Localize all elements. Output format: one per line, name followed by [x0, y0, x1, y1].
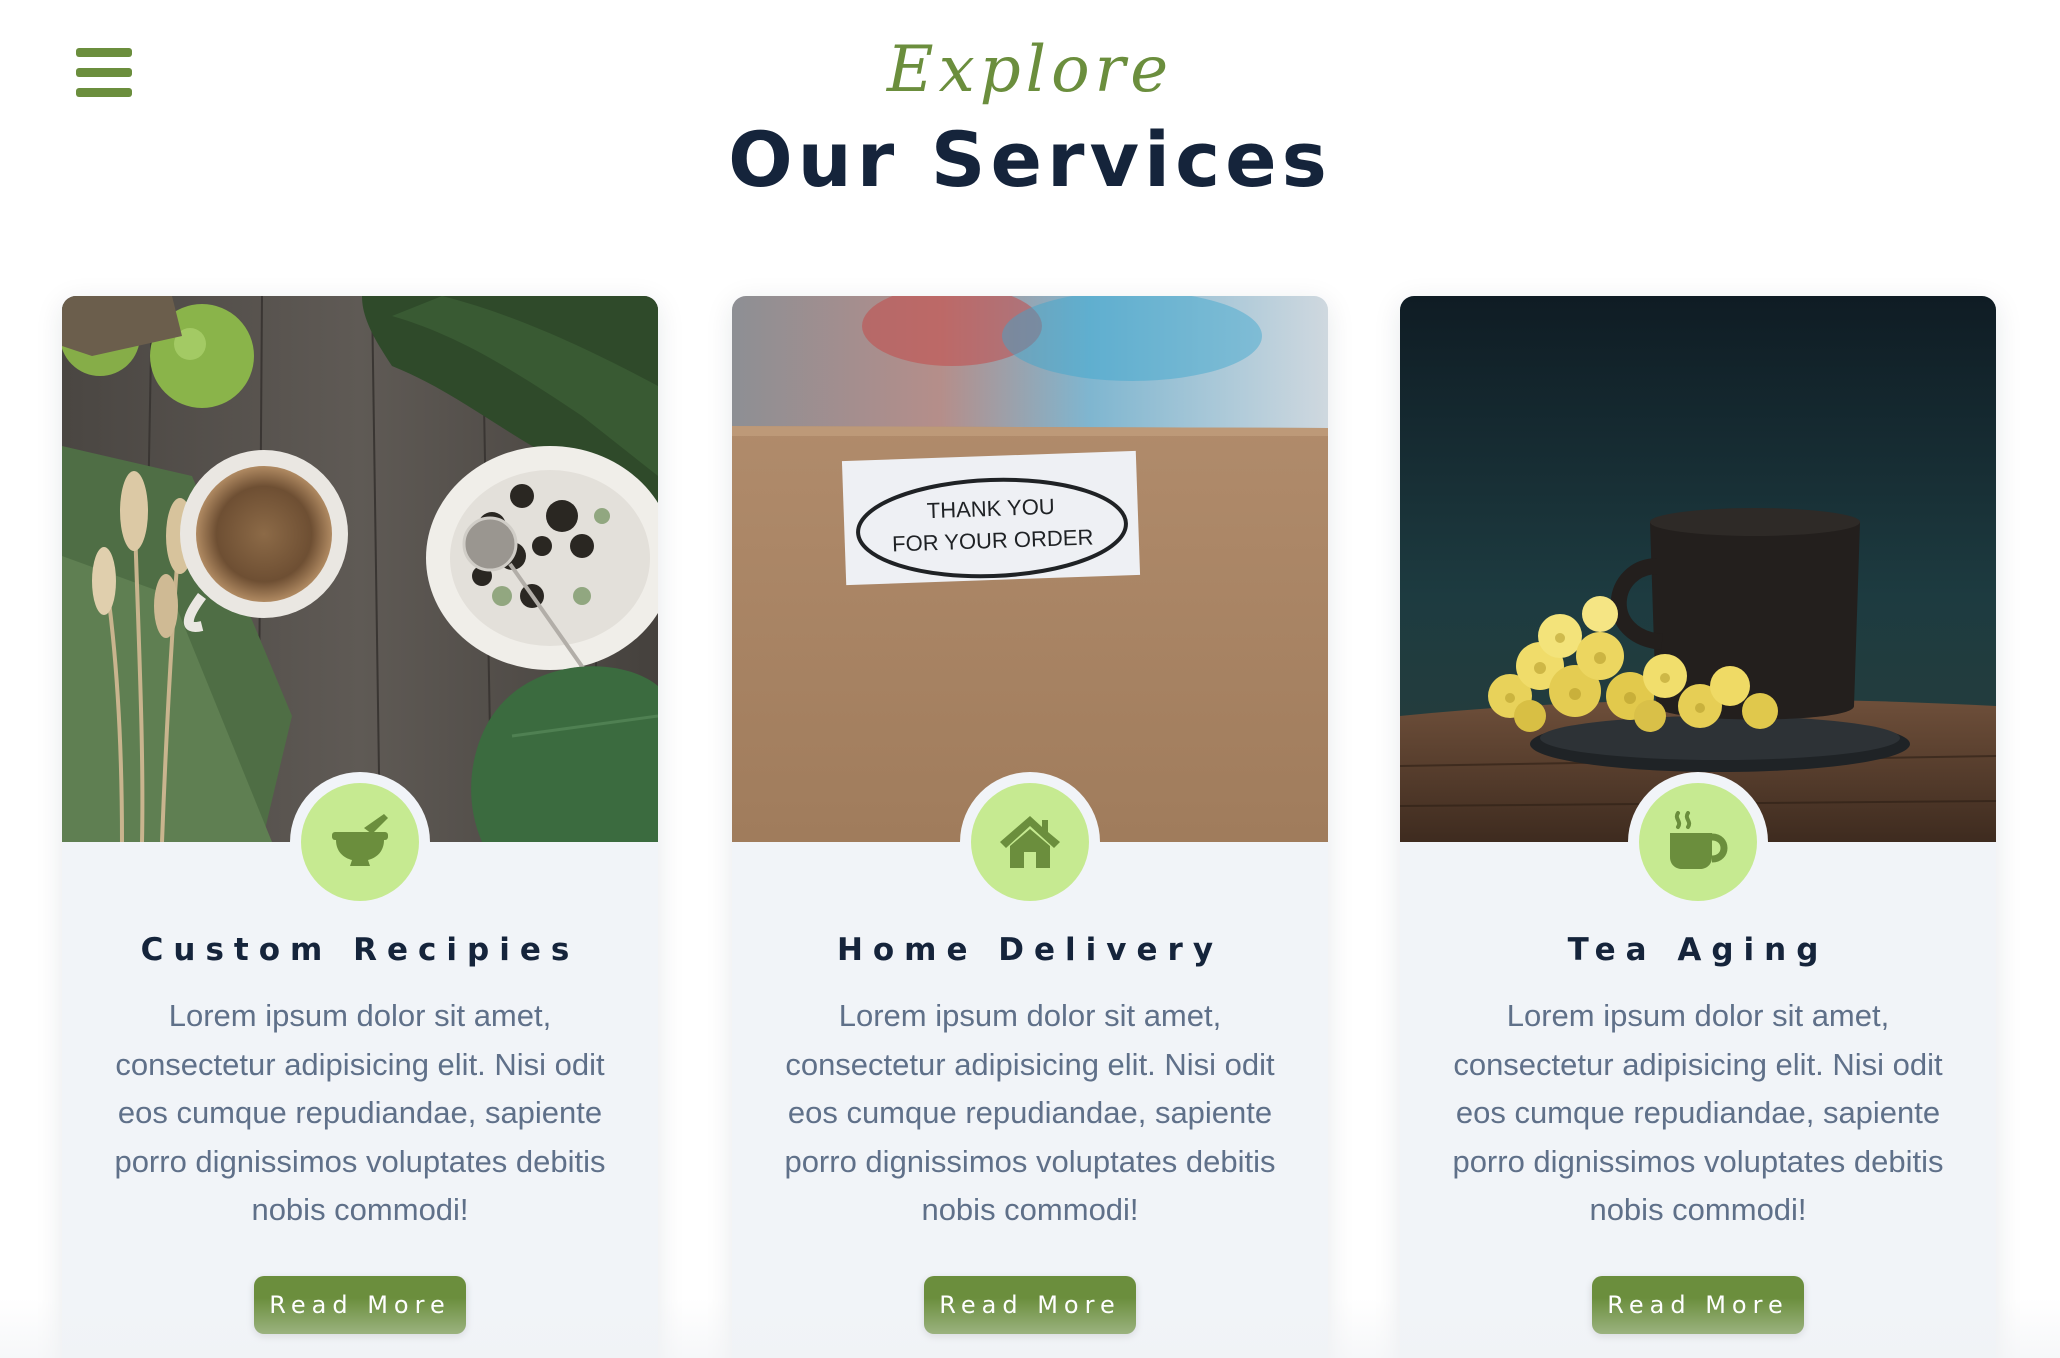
card-description: Lorem ipsum dolor sit amet, consectetur …	[1452, 998, 1944, 1227]
tea-table-photo	[62, 296, 658, 842]
services-page: Explore Our Services Custom Recipies Lor…	[0, 0, 2060, 1358]
icon-badge	[960, 772, 1100, 912]
mortar-pestle-icon	[332, 814, 388, 866]
hot-cup-icon	[1670, 811, 1728, 869]
service-card-tea-aging: Tea Aging Lorem ipsum dolor sit amet, co…	[1400, 296, 1996, 1358]
service-card-home-delivery: THANK YOU FOR YOUR ORDER Home Delivery L…	[732, 296, 1328, 1358]
section-eyebrow: Explore	[886, 33, 1174, 107]
section-title: Our Services	[728, 115, 1332, 204]
icon-badge	[290, 772, 430, 912]
read-more-button[interactable]: Read More	[254, 1276, 466, 1334]
read-more-button[interactable]: Read More	[924, 1276, 1136, 1334]
read-more-button[interactable]: Read More	[1592, 1276, 1804, 1334]
thank-you-label: THANK YOU FOR YOUR ORDER	[841, 450, 1141, 586]
card-title: Home Delivery	[836, 932, 1224, 968]
card-description: Lorem ipsum dolor sit amet, consectetur …	[114, 998, 606, 1227]
label-line-1: THANK YOU	[926, 494, 1055, 523]
package-photo: THANK YOU FOR YOUR ORDER	[732, 296, 1328, 842]
card-description: Lorem ipsum dolor sit amet, consectetur …	[784, 998, 1276, 1227]
card-title: Custom Recipies	[140, 932, 580, 968]
house-icon	[1000, 816, 1060, 868]
card-title: Tea Aging	[1567, 932, 1829, 968]
icon-badge	[1628, 772, 1768, 912]
tea-cup-flowers-photo	[1400, 296, 1996, 842]
section-heading: Explore Our Services	[0, 28, 2060, 208]
service-card-custom-recipies: Custom Recipies Lorem ipsum dolor sit am…	[62, 296, 658, 1358]
